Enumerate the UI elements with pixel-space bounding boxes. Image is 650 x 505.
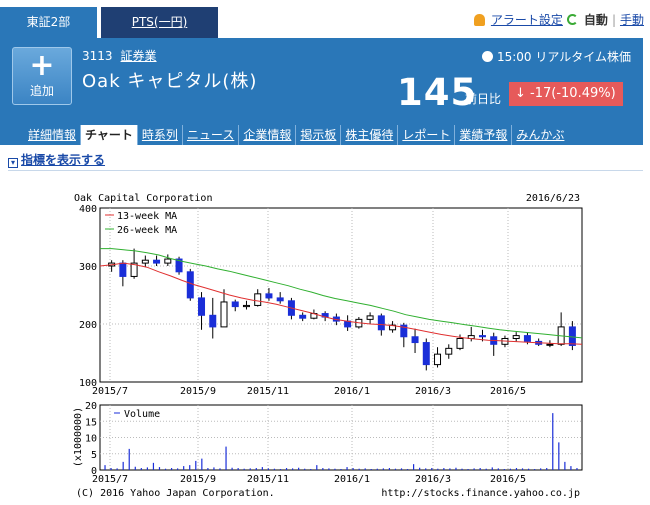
candle-body-1 (119, 262, 127, 277)
candle-body-39 (546, 343, 554, 346)
v-y-tick-4: 20 (85, 401, 97, 412)
candle-body-31 (456, 338, 464, 349)
x-tick-0: 2015/7 (92, 386, 128, 397)
stock-chart: Oak Capital Corporation 2016/6/23 2015/7 20… (73, 193, 583, 499)
candle-body-7 (186, 271, 194, 299)
candle-body-24 (377, 315, 385, 331)
x-tick-5: 2016/5 (490, 386, 526, 397)
x-tick-2: 2015/11 (247, 386, 289, 397)
candle-body-23 (366, 315, 374, 320)
v-x-tick-1: 2015/9 (180, 474, 216, 485)
source-url: http://stocks.finance.yahoo.co.jp (381, 488, 580, 499)
candle-body-33 (478, 335, 486, 338)
candle-body-36 (512, 335, 520, 340)
y-tick-0: 100 (79, 378, 97, 389)
v-x-tick-3: 2016/1 (334, 474, 370, 485)
candle-body-30 (445, 347, 453, 355)
candle-body-5 (164, 258, 172, 264)
legend-volume: Volume (124, 409, 160, 420)
candle-body-41 (568, 326, 576, 346)
candle-body-17 (299, 314, 307, 319)
candle-body-10 (220, 301, 228, 328)
volume-unit: (x1000000) (73, 407, 84, 467)
x-tick-1: 2015/9 (180, 386, 216, 397)
candle-body-8 (198, 297, 206, 316)
y-tick-1: 200 (79, 320, 97, 331)
y-tick-3: 400 (79, 204, 97, 215)
candle-body-3 (141, 259, 149, 264)
candle-body-13 (254, 293, 262, 306)
v-y-tick-2: 10 (85, 434, 97, 445)
v-x-tick-5: 2016/5 (490, 474, 526, 485)
legend-ma26: 26-week MA (117, 225, 177, 236)
candle-body-37 (523, 335, 531, 342)
candle-body-15 (276, 297, 284, 302)
v-x-tick-4: 2016/3 (415, 474, 451, 485)
candle-body-27 (411, 336, 419, 344)
candle-body-11 (231, 301, 239, 308)
copyright: (C) 2016 Yahoo Japan Corporation. (76, 488, 275, 499)
chart-date: 2016/6/23 (526, 193, 580, 204)
legend-ma13: 13-week MA (117, 211, 177, 222)
candle-body-29 (434, 353, 442, 366)
candle-body-14 (265, 293, 273, 299)
x-tick-3: 2016/1 (334, 386, 370, 397)
candle-body-12 (242, 304, 250, 308)
chart-title: Oak Capital Corporation (74, 193, 212, 204)
candle-body-28 (422, 342, 430, 366)
candle-body-9 (209, 314, 217, 328)
v-x-tick-2: 2015/11 (247, 474, 289, 485)
v-y-tick-3: 15 (85, 417, 97, 428)
v-x-tick-0: 2015/7 (92, 474, 128, 485)
x-tick-4: 2016/3 (415, 386, 451, 397)
v-y-tick-1: 5 (91, 450, 97, 461)
y-tick-2: 300 (79, 262, 97, 273)
candle-body-4 (153, 259, 161, 264)
